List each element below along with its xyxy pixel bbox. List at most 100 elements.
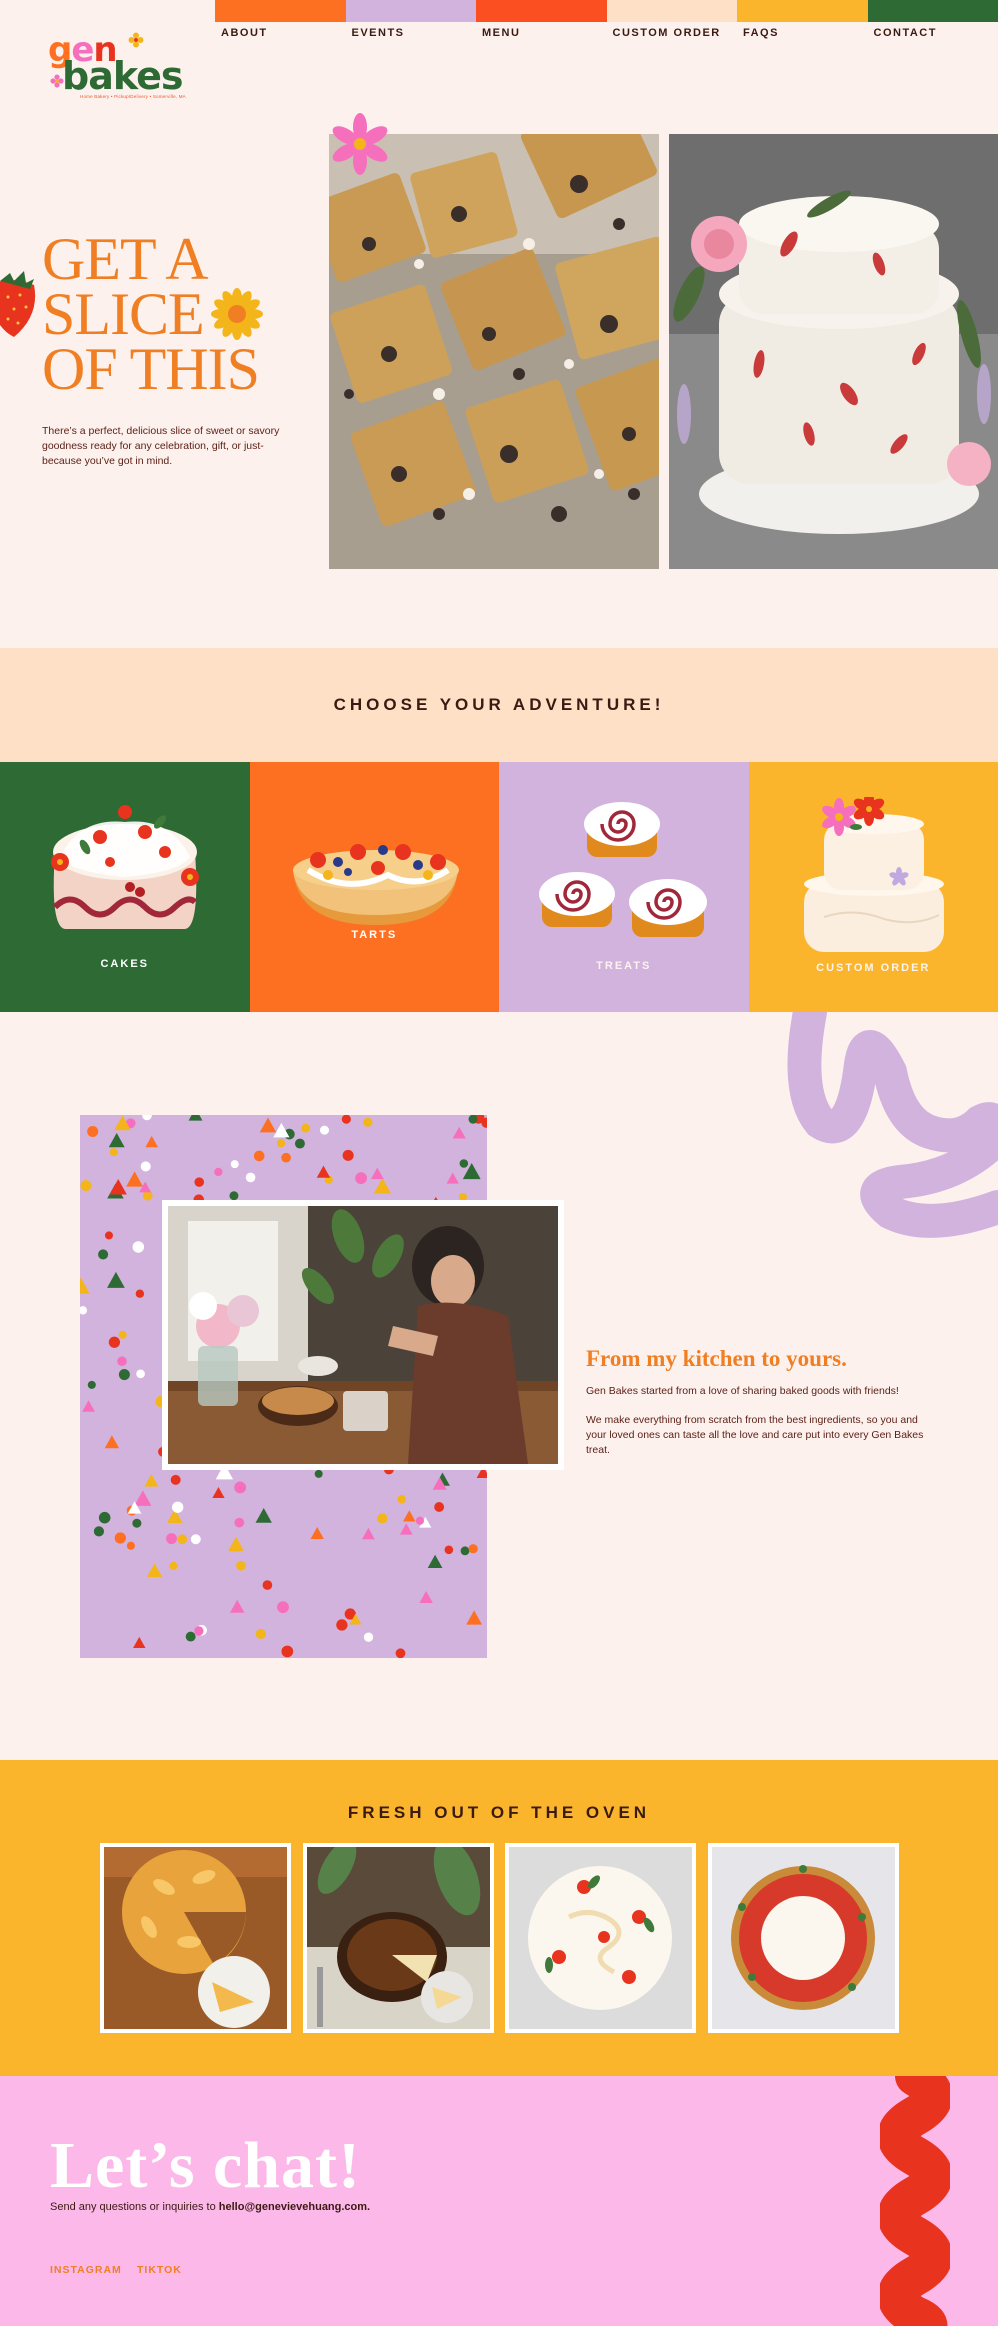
category-treats[interactable]: TREATS — [499, 762, 749, 1012]
confetti-piece — [108, 1132, 125, 1148]
nav-item-custom-order[interactable]: CUSTOM ORDER — [606, 0, 737, 40]
confetti-piece — [361, 1527, 375, 1540]
nav-link-menu[interactable]: MENU — [482, 27, 520, 39]
confetti-piece — [132, 1241, 145, 1253]
nav-color-bar — [476, 0, 607, 22]
confetti-piece — [80, 1180, 92, 1192]
confetti-piece — [468, 1544, 478, 1554]
main-nav: ABOUT EVENTS MENU CUSTOM ORDER FAQS CONT… — [215, 0, 998, 40]
oven-photo-4[interactable] — [708, 1843, 899, 2033]
confetti-piece — [135, 1289, 145, 1298]
nav-link-events[interactable]: EVENTS — [352, 27, 405, 39]
hero-image-cake — [669, 134, 998, 569]
nav-color-bar — [737, 0, 868, 22]
kitchen-photo — [162, 1200, 564, 1470]
tiktok-link[interactable]: TIKTOK — [137, 2264, 182, 2276]
logo-bakes-text: bakes — [62, 54, 183, 98]
pink-flower-icon — [332, 113, 388, 175]
confetti-piece — [144, 1473, 159, 1487]
confetti-piece — [355, 1172, 367, 1185]
contact-text: Send any questions or inquiries to hello… — [50, 2201, 370, 2213]
confetti-piece — [294, 1138, 305, 1149]
confetti-piece — [336, 1619, 348, 1631]
confetti-piece — [459, 1159, 469, 1168]
confetti-piece — [80, 1306, 88, 1315]
cinnamon-roll-illustration-icon — [539, 802, 707, 937]
confetti-piece — [419, 1590, 433, 1604]
nav-color-bar — [606, 0, 737, 22]
confetti-piece — [194, 1626, 204, 1636]
confetti-piece — [104, 1231, 113, 1240]
squiggle-decoration — [787, 1012, 998, 1238]
confetti-piece — [363, 1632, 374, 1642]
nav-link-about[interactable]: ABOUT — [221, 27, 268, 39]
confetti-piece — [229, 1599, 245, 1613]
confetti-piece — [126, 1541, 135, 1550]
nav-item-about[interactable]: ABOUT — [215, 0, 346, 40]
confetti-piece — [234, 1481, 247, 1494]
confetti-piece — [172, 1501, 184, 1513]
hero-title-line: OF THIS — [42, 336, 260, 402]
confetti-piece — [301, 1123, 311, 1133]
confetti-piece — [87, 1125, 99, 1137]
confetti-piece — [234, 1517, 245, 1528]
confetti-piece — [397, 1495, 406, 1504]
kitchen-text: Gen Bakes started from a love of sharing… — [586, 1385, 899, 1397]
confetti-piece — [104, 1435, 120, 1449]
oven-photo-3[interactable] — [505, 1843, 696, 2033]
confetti-piece — [177, 1534, 188, 1545]
confetti-piece — [316, 1165, 331, 1178]
tart-illustration-icon — [292, 844, 459, 925]
confetti-piece — [108, 1336, 121, 1348]
tiered-cake-illustration-icon — [803, 797, 944, 952]
oven-photo-2[interactable] — [303, 1843, 494, 2033]
instagram-link[interactable]: INSTAGRAM — [50, 2264, 122, 2276]
confetti-piece — [87, 1380, 96, 1389]
confetti-piece — [377, 1513, 388, 1524]
kitchen-text: We make everything from scratch from the… — [586, 1414, 924, 1456]
confetti-piece — [415, 1516, 425, 1525]
category-label: CAKES — [100, 958, 149, 970]
nav-item-events[interactable]: EVENTS — [345, 0, 476, 40]
category-cakes[interactable]: CAKES — [0, 762, 250, 1012]
confetti-piece — [117, 1356, 127, 1367]
category-tarts[interactable]: TARTS — [249, 762, 499, 1012]
category-grid: CAKES TARTS TREATS CUSTOM ORDER — [0, 762, 998, 1012]
contact-email-link[interactable]: hello@genevievehuang.com. — [219, 2201, 370, 2213]
logo-tagline: Home Bakery • Pickup/Delivery • Somervil… — [80, 94, 186, 99]
confetti-piece — [262, 1580, 273, 1590]
category-label: TREATS — [596, 960, 652, 972]
confetti-piece — [373, 1178, 391, 1194]
oven-photo-1[interactable] — [100, 1843, 291, 2033]
confetti-piece — [277, 1601, 289, 1614]
confetti-piece — [281, 1645, 294, 1658]
confetti-piece — [118, 1330, 127, 1339]
confetti-piece — [170, 1474, 181, 1485]
nav-item-menu[interactable]: MENU — [476, 0, 607, 40]
nav-link-custom-order[interactable]: CUSTOM ORDER — [613, 27, 721, 39]
nav-item-faqs[interactable]: FAQS — [737, 0, 868, 40]
confetti-piece — [93, 1526, 105, 1537]
confetti-piece — [82, 1400, 95, 1412]
kitchen-heading: From my kitchen to yours. — [586, 1346, 847, 1371]
hero-title-line: GET A — [42, 226, 209, 292]
adventure-heading: CHOOSE YOUR ADVENTURE! — [333, 695, 665, 714]
category-custom-order[interactable]: CUSTOM ORDER — [748, 762, 998, 1012]
confetti-piece — [399, 1523, 413, 1535]
cake-illustration-icon — [51, 805, 199, 929]
strawberry-icon — [0, 271, 35, 337]
confetti-piece — [452, 1126, 466, 1139]
nav-link-contact[interactable]: CONTACT — [874, 27, 937, 39]
confetti-piece — [370, 1167, 384, 1180]
oven-heading: FRESH OUT OF THE OVEN — [347, 1803, 651, 1822]
nav-link-faqs[interactable]: FAQS — [743, 27, 779, 39]
site-logo[interactable]: gen gen bakes Home Bakery • Pickup/Deliv… — [48, 30, 198, 105]
confetti-piece — [342, 1149, 354, 1161]
confetti-piece — [80, 1277, 90, 1294]
confetti-piece — [444, 1545, 454, 1555]
nav-item-contact[interactable]: CONTACT — [867, 0, 998, 40]
confetti-piece — [236, 1560, 246, 1571]
confetti-piece — [190, 1534, 201, 1545]
confetti-piece — [212, 1486, 225, 1499]
confetti-piece — [253, 1150, 265, 1162]
